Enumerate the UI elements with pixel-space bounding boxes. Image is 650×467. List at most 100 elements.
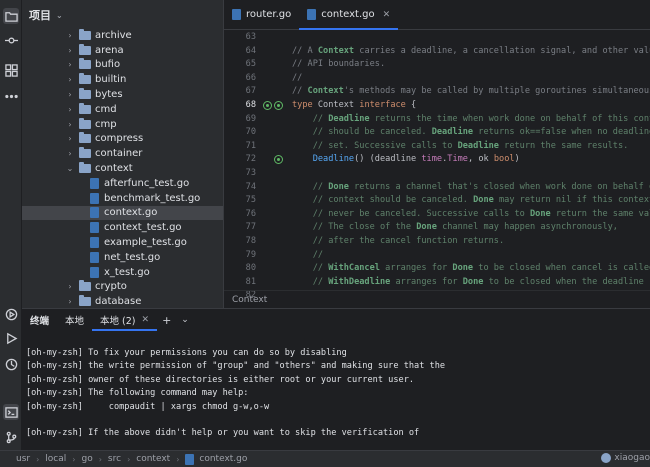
chevron-right-icon[interactable]: › — [65, 46, 75, 55]
tree-folder[interactable]: › container — [22, 146, 223, 161]
tree-item-label: context_test.go — [104, 222, 182, 234]
code-line: // The close of the Done channel may hap… — [292, 222, 618, 233]
line-number: 72 — [224, 153, 286, 167]
implemented-icon[interactable] — [274, 100, 283, 110]
go-file-icon — [90, 192, 99, 204]
chevron-right-icon[interactable]: › — [65, 75, 75, 84]
tree-file[interactable]: context.go — [22, 205, 223, 221]
tree-item-label: cmd — [95, 103, 117, 115]
folder-icon — [79, 117, 91, 129]
tree-file[interactable]: x_test.go — [22, 265, 223, 280]
path-segment[interactable]: local — [45, 454, 66, 464]
tree-file[interactable]: example_test.go — [22, 235, 223, 250]
folder-icon — [79, 102, 91, 114]
code-area[interactable]: // A Context carries a deadline, a cance… — [292, 31, 650, 290]
tree-item-label: bufio — [95, 59, 121, 71]
chevron-right-icon[interactable]: › — [65, 90, 75, 99]
close-icon[interactable]: ✕ — [142, 315, 150, 325]
close-icon[interactable]: ✕ — [383, 10, 391, 20]
path-segment[interactable]: go — [81, 454, 92, 464]
line-number: 63 — [245, 32, 256, 42]
implemented-icon[interactable] — [263, 100, 272, 110]
play-icon[interactable] — [3, 330, 19, 346]
tree-item-label: x_test.go — [104, 266, 150, 278]
status-bar: usr › local › go › src › context › context.go xiao… — [0, 450, 650, 467]
folder-icon — [79, 295, 91, 307]
terminal-icon[interactable] — [3, 404, 19, 420]
tree-item-label: database — [95, 296, 142, 308]
terminal-tab[interactable]: 本地 (2) ✕ — [92, 309, 158, 331]
line-number: 65 — [245, 59, 256, 70]
chevron-right-icon[interactable]: › — [65, 31, 75, 40]
path-segment[interactable]: src — [108, 454, 121, 464]
tree-item-label: benchmark_test.go — [104, 192, 201, 204]
tree-file[interactable]: context_test.go — [22, 220, 223, 235]
editor-tab[interactable]: context.go ✕ — [299, 0, 399, 30]
code-line: // context should be canceled. Done may … — [292, 195, 650, 206]
debug-run-icon[interactable] — [3, 306, 19, 322]
tree-folder[interactable]: › crypto — [22, 280, 223, 295]
chevron-right-icon[interactable]: › — [65, 105, 75, 114]
commit-icon[interactable] — [3, 32, 19, 48]
tree-folder[interactable]: › database — [22, 294, 223, 308]
editor-tab[interactable]: router.go — [224, 0, 299, 29]
chevron-right-icon[interactable]: › — [65, 134, 75, 143]
chevron-right-icon[interactable]: › — [65, 60, 75, 69]
tree-file[interactable]: net_test.go — [22, 250, 223, 265]
path-segment[interactable]: context.go — [199, 454, 247, 464]
tree-folder[interactable]: › archive — [22, 28, 223, 43]
chevron-down-icon[interactable]: ⌄ — [56, 11, 63, 20]
tree-folder[interactable]: › compress — [22, 132, 223, 147]
activity-bar — [0, 0, 22, 467]
editor-tab-label: router.go — [246, 9, 292, 20]
project-folder-icon[interactable] — [3, 8, 19, 24]
structure-icon[interactable] — [3, 62, 19, 78]
tree-folder[interactable]: › cmd — [22, 102, 223, 117]
tree-folder[interactable]: ⌄ context — [22, 161, 223, 176]
terminal-output[interactable]: [oh-my-zsh] To fix your permissions you … — [26, 347, 650, 441]
git-icon[interactable] — [3, 429, 19, 445]
breadcrumb[interactable]: Context — [224, 290, 650, 308]
code-line: // WithDeadline arranges for Done to be … — [292, 276, 644, 287]
add-tab-icon[interactable]: + — [157, 314, 176, 327]
tree-folder[interactable]: › bytes — [22, 87, 223, 102]
line-number: 75 — [245, 195, 256, 206]
project-header[interactable]: 项目 ⌄ — [22, 0, 223, 30]
more-icon[interactable] — [3, 88, 19, 104]
tree-folder[interactable]: › arena — [22, 43, 223, 58]
line-number: 70 — [245, 127, 256, 138]
line-number-gutter: 63 64 65 66 67 68 69 70 71 72 73 74 75 76 77 78 79 80 81 82 — [224, 31, 286, 300]
terminal-tab[interactable]: 本地 — [57, 309, 92, 331]
path-segment[interactable]: context — [136, 454, 170, 464]
code-line: type Context interface { — [292, 99, 417, 110]
tree-file[interactable]: afterfunc_test.go — [22, 176, 223, 191]
tree-item-label: context.go — [104, 207, 158, 219]
services-icon[interactable] — [3, 356, 19, 372]
user-name: xiaogao — [614, 453, 650, 463]
tree-folder[interactable]: › cmp — [22, 117, 223, 132]
line-number: 71 — [245, 140, 256, 151]
chevron-right-icon: › — [176, 454, 180, 464]
chevron-down-icon[interactable]: ⌄ — [176, 315, 194, 325]
chevron-right-icon[interactable]: › — [65, 282, 75, 291]
folder-icon — [79, 88, 91, 100]
chevron-right-icon[interactable]: › — [65, 120, 75, 129]
folder-icon — [79, 73, 91, 85]
user-widget[interactable]: xiaogao — [601, 453, 650, 463]
tree-file[interactable]: benchmark_test.go — [22, 191, 223, 206]
chevron-right-icon[interactable]: › — [65, 149, 75, 158]
terminal-tab-label: 本地 — [65, 316, 85, 327]
tree-item-label: archive — [95, 29, 132, 41]
tree-item-label: arena — [95, 44, 124, 56]
tree-folder[interactable]: › builtin — [22, 72, 223, 87]
path-segment[interactable]: usr — [16, 454, 30, 464]
code-line: // — [292, 72, 303, 83]
tree-folder[interactable]: › bufio — [22, 58, 223, 73]
chevron-right-icon[interactable]: › — [65, 297, 75, 306]
breadcrumb-item[interactable]: Context — [232, 295, 267, 305]
implemented-icon[interactable] — [274, 155, 283, 165]
terminal-line: [oh-my-zsh] owner of these directories i… — [26, 374, 415, 385]
code-line: // WithCancel arranges for Done to be cl… — [292, 263, 650, 274]
chevron-down-icon[interactable]: ⌄ — [65, 164, 75, 173]
